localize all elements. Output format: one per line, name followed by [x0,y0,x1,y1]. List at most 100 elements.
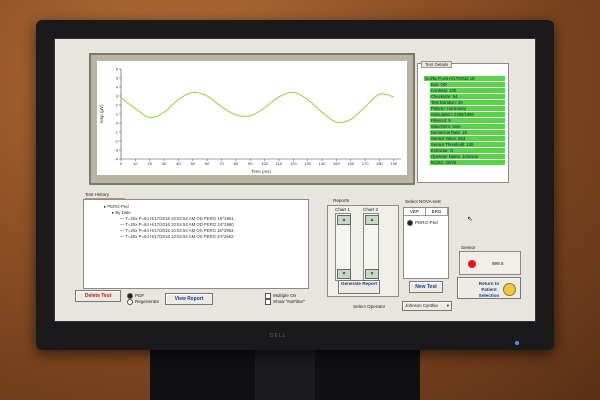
monitor-brand: DELL [270,333,287,339]
operator-select[interactable]: Johnson Cynthia ▾ [402,301,452,311]
test-detail-item[interactable]: Filtercut: 5 [430,118,505,123]
nova-option-dot [407,220,413,226]
nova-tabs: VEP ERG [404,208,448,216]
test-detail-item[interactable]: Test Duration: 20 [430,100,505,105]
chart2-up-arrow[interactable]: ▲ [365,215,379,225]
show-nofilter-box [265,299,271,305]
nova-option-label: PERG-Ped [415,220,438,226]
chart1-slider[interactable]: ▲ ▼ [335,213,351,281]
waveform-chart-panel: 0 10 20 30 40 50 60 70 80 90 100 110 120 130 140 150 160… [89,53,415,185]
history-entry-label: T=25x P=64 H/17/2016 10:04:54 AM OS PERG… [125,234,234,239]
nova-label: Select NOVA-test [405,199,441,204]
x-axis-label: Time (ms) [251,169,272,174]
monitor-stand-neck [255,344,315,400]
x-tick-label: 30 [162,161,167,166]
operator-value: Johnson Cynthia [405,303,438,308]
operator-label: Select Operator [353,304,386,309]
x-tick-label: 150 [333,161,340,166]
delete-test-button[interactable]: Delete Test [75,290,121,302]
mouse-cursor-icon: ⇖ [467,216,473,223]
x-tick-label: 110 [276,161,283,166]
x-tick-label: 180 [376,161,383,166]
test-history-label: Test History [85,192,109,197]
y-tick-label: 5 [116,75,119,80]
sensor-status-dot [468,260,476,268]
test-detail-item[interactable]: Sensor Value: 853 [430,136,505,141]
waveform-chart: 0 10 20 30 40 50 60 70 80 90 100 110 120 130 140 150 160… [97,61,407,175]
test-detail-item[interactable]: Numerical Rate: 15 [430,130,505,135]
x-tick-label: 120 [290,161,297,166]
test-history-tree[interactable]: ▸ PERG-Ped ▸ By Date — T=25x P=64 H/17/2… [83,199,309,289]
x-tick-label: 90 [248,161,253,166]
test-details-tree[interactable]: S=25x P=64 H/17/2016 10: Eye: OD Contrast… [417,63,509,183]
chart1-up-arrow[interactable]: ▲ [337,215,351,225]
chart2-down-arrow[interactable]: ▼ [365,269,379,279]
test-detail-item[interactable]: NCMA: 20/20 [430,160,505,165]
tab-erg[interactable]: ERG [426,208,448,215]
history-entry-label: T=25x P=64 H/17/2016 10:04:54 AM OD PERG… [125,222,234,227]
y-tick-label: -1 [114,129,118,134]
sensor-label: Sensor [461,245,476,250]
chart2-slider[interactable]: ▲ ▼ [363,213,379,281]
test-detail-item[interactable]: Operator Name: Johnson [430,154,505,159]
test-detail-item[interactable]: Stimulation: 2400/1000 [430,112,505,117]
test-details-label: Test Details [421,61,453,68]
history-group-label: By Date [115,210,131,215]
x-tick-label: 130 [304,161,311,166]
y-tick-label: -3 [114,147,118,152]
test-detail-item[interactable]: Sensor Threshold: 130 [430,142,505,147]
x-tick-label: 100 [261,161,268,166]
y-tick-label: 6 [116,66,119,71]
generate-report-button[interactable]: Generate Report [338,280,380,294]
chart1-down-arrow[interactable]: ▼ [337,269,351,279]
x-tick-label: 10 [133,161,138,166]
x-tick-label: 0 [120,161,123,166]
x-tick-label: 160 [347,161,354,166]
pdf-radio-label: PDF [135,293,145,299]
new-test-button[interactable]: New Test [409,281,443,293]
y-tick-label: 2 [116,102,119,107]
test-detail-item[interactable]: Contrast: 100 [430,88,505,93]
chart2-label: Chart 2 [363,207,379,212]
x-tick-label: 20 [147,161,152,166]
x-tick-label: 190 [390,161,397,166]
test-detail-item[interactable]: Pattern: Horizontal [430,106,505,111]
reports-label: Reports [333,198,350,203]
test-detail-item[interactable]: Waveform: Sine [430,124,505,129]
waveform-series-line [120,91,394,124]
test-detail-item[interactable]: Eye: OD [430,82,505,87]
x-tick-label: 80 [234,161,239,166]
regenerate-radio-label: Regenerate [135,299,160,305]
nova-test-panel: VEP ERG PERG-Ped [403,207,449,279]
y-tick-label: 1 [116,111,119,116]
x-tick-label: 140 [319,161,326,166]
sensor-value: 999.5 [492,261,504,266]
test-details-list: S=25x P=64 H/17/2016 10: Eye: OD Contrast… [424,76,505,166]
return-arrow-icon [503,283,516,296]
nova-option-perg-ped[interactable]: PERG-Ped [407,220,438,226]
regenerate-radio-dot [127,299,133,305]
test-details-root[interactable]: S=25x P=64 H/17/2016 10: [424,76,505,81]
view-report-button[interactable]: View Report [165,293,213,305]
y-tick-label: -4 [114,156,118,161]
return-button-label: Return to Patient Selection [478,281,500,298]
x-tick-label: 170 [362,161,369,166]
history-root-label: PERG-Ped [107,204,129,209]
test-detail-item[interactable]: Checksize: 64 [430,94,505,99]
test-detail-item[interactable]: Extractor: N [430,148,505,153]
y-tick-label: -2 [114,138,118,143]
history-entry[interactable]: — T=25x P=64 H/17/2016 10:04:54 AM OS PE… [120,234,234,240]
app-window: 0 10 20 30 40 50 60 70 80 90 100 110 120 130 140 150 160… [54,38,536,322]
history-entry-label: T=25x P=64 H/17/2016 10:04:54 AM OS PERG… [125,228,234,233]
y-tick-label: 0 [116,120,119,125]
tab-vep[interactable]: VEP [404,208,426,215]
regenerate-radio[interactable]: Regenerate [127,299,159,305]
power-led [515,341,519,345]
test-history-list: ▸ PERG-Ped ▸ By Date — T=25x P=64 H/17/2… [104,204,234,240]
chart1-label: Chart 1 [335,207,351,212]
x-tick-label: 40 [176,161,181,166]
waveform-chart-svg: 0 10 20 30 40 50 60 70 80 90 100 110 120 130 140 150 160… [99,66,401,174]
show-nofilter-checkbox[interactable]: Show "NoFilter" [265,299,305,305]
chevron-down-icon: ▾ [446,303,449,308]
return-to-patient-selection-button[interactable]: Return to Patient Selection [457,277,521,299]
